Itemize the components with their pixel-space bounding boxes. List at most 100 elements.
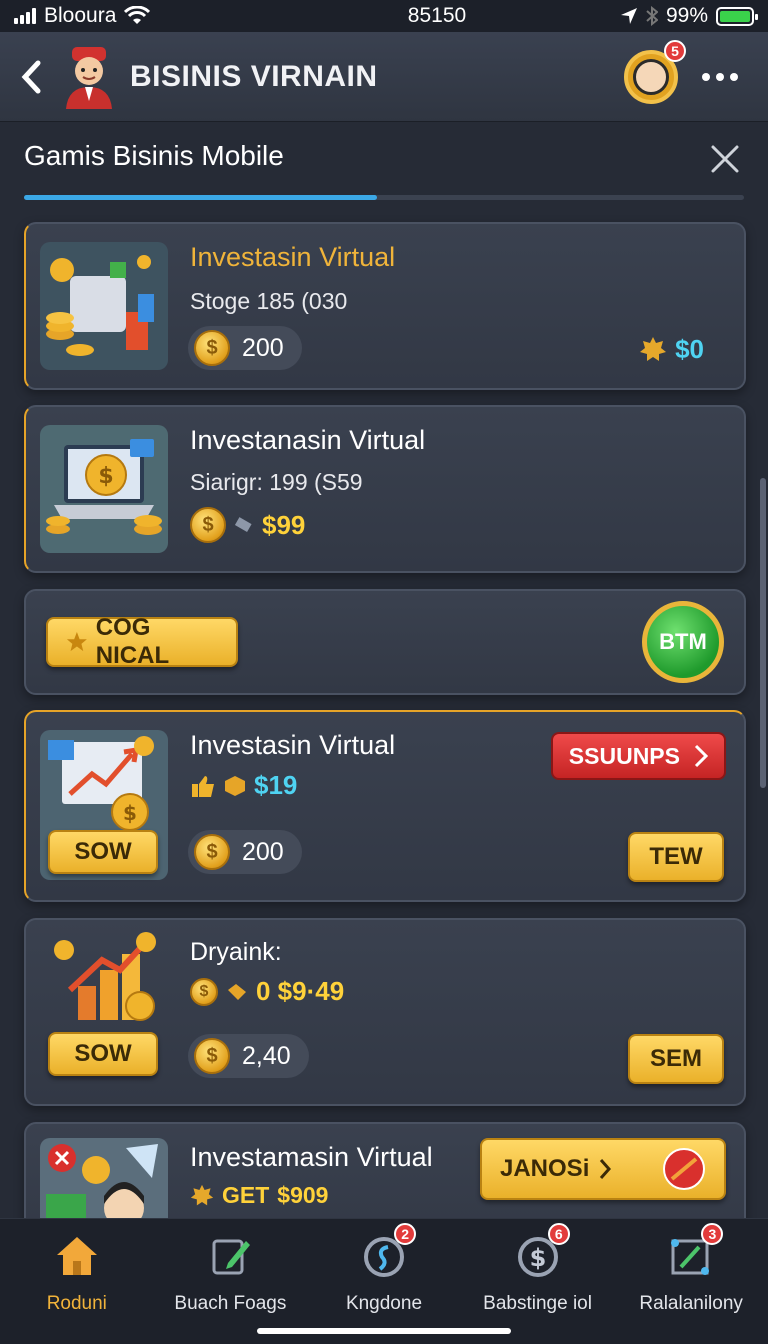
- nav-item-ralalanilony[interactable]: 3 Ralalanilony: [614, 1219, 768, 1344]
- card-value-row: GET $909: [190, 1182, 328, 1209]
- investment-card-2[interactable]: $ Investanasin Virtual Siarigr: 199 (S59…: [24, 405, 746, 573]
- star-icon: [66, 632, 87, 652]
- sow-label: SOW: [74, 838, 132, 865]
- gold-gear-icon: [640, 336, 667, 361]
- more-options-button[interactable]: [702, 72, 738, 81]
- coin-amount-value: 2,40: [242, 1041, 291, 1070]
- janosi-button[interactable]: JANOSi: [480, 1138, 726, 1200]
- tew-button[interactable]: TEW: [628, 832, 724, 882]
- card-title: Dryaink:: [190, 938, 282, 966]
- sow-button[interactable]: SOW: [48, 1032, 158, 1076]
- carrier-label: Bloοura: [44, 4, 117, 27]
- avatar-face-icon: [633, 58, 669, 95]
- nav-label: Kngdone: [345, 1293, 423, 1314]
- card-subtitle: Stoge 185 (030: [190, 288, 348, 314]
- scrollbar[interactable]: [760, 478, 766, 788]
- coin-icon: $: [190, 977, 218, 1006]
- btm-button[interactable]: BTM: [642, 601, 724, 683]
- nav-label: Babstinge iol: [483, 1293, 592, 1314]
- back-button[interactable]: [20, 57, 50, 97]
- home-indicator[interactable]: [257, 1328, 511, 1334]
- sem-label: SEM: [649, 1045, 702, 1072]
- nav-item-roduni[interactable]: Roduni: [0, 1219, 154, 1344]
- nav-item-buach-foags[interactable]: Buach Foags: [154, 1219, 308, 1344]
- profile-avatar-button[interactable]: 5: [624, 39, 686, 104]
- wifi-icon: [124, 6, 151, 24]
- close-icon[interactable]: [710, 144, 740, 174]
- status-bar: Bloοura 85150 99%: [0, 0, 768, 32]
- coin-icon: $: [194, 834, 230, 870]
- janosi-label: JANOSi: [500, 1155, 590, 1182]
- promo-banner: COG NICAL BTM: [24, 589, 746, 695]
- nav-badge: 6: [547, 1223, 570, 1245]
- section-header: Gamis Bisinis Mobile: [24, 140, 744, 202]
- tew-label: TEW: [649, 843, 703, 870]
- coin-icon: $: [190, 507, 226, 543]
- card-title: Investanasin Virtual: [190, 425, 426, 455]
- card-title: Investasin Virtual: [190, 242, 396, 272]
- cog-nical-label: COG NICAL: [95, 614, 170, 669]
- chevron-right-icon: [600, 1159, 612, 1179]
- tag-icon: [234, 517, 252, 532]
- btm-label: BTM: [659, 629, 707, 654]
- sow-label: SOW: [74, 1040, 132, 1067]
- coin-amount: $ 2,40: [188, 1034, 309, 1078]
- edit-icon: [212, 1239, 251, 1275]
- card-value-row: $ 0 $9·49: [190, 976, 344, 1007]
- battery-icon: [716, 6, 758, 26]
- nav-label: Buach Foags: [174, 1293, 287, 1314]
- bottom-navigation: Roduni Buach Foags 2 Kngdone $ 6 Babstin…: [0, 1218, 768, 1344]
- profile-badge: 5: [664, 39, 686, 62]
- app-title: BISINIS VIRNAIN: [130, 59, 378, 93]
- sow-button[interactable]: SOW: [48, 830, 158, 874]
- home-icon: [56, 1237, 97, 1275]
- coin-amount-value: 200: [242, 333, 284, 362]
- chevron-right-icon: [694, 744, 708, 768]
- battery-percent: 99%: [665, 4, 708, 27]
- nav-item-kngdone[interactable]: 2 Kngdone: [307, 1219, 461, 1344]
- sem-button[interactable]: SEM: [628, 1034, 724, 1084]
- card-value: 0 $9·49: [256, 976, 345, 1006]
- coin-icon: $: [194, 1038, 230, 1074]
- red-no-icon: [663, 1148, 705, 1190]
- app-header: BISINIS VIRNAIN 5: [0, 32, 768, 122]
- nav-label: Roduni: [46, 1293, 107, 1314]
- section-title: Gamis Bisinis Mobile: [24, 140, 284, 171]
- card-title: Investasin Virtual: [190, 730, 396, 760]
- nav-item-babstinge-iol[interactable]: $ 6 Babstinge iol: [461, 1219, 615, 1344]
- ssuunps-label: SSUUNPS: [568, 742, 680, 769]
- gold-box-icon: [225, 775, 245, 796]
- mascot-avatar: [60, 45, 118, 109]
- reward-amount: $0: [639, 334, 704, 365]
- thumbs-up-icon: [192, 775, 214, 797]
- clock: 85150: [407, 4, 467, 27]
- investment-thumbnail: [40, 930, 168, 1030]
- investment-card-1[interactable]: Investasin Virtual Stoge 185 (030 $ 200 …: [24, 222, 746, 390]
- card-value: $909: [277, 1182, 329, 1208]
- coin-amount-value: 200: [242, 837, 284, 866]
- investment-card-3[interactable]: $ SOW Investasin Virtual $19 $ 200 SSUUN…: [24, 710, 746, 902]
- card-value: $99: [262, 509, 306, 540]
- location-icon: [620, 8, 637, 24]
- chevron-left-icon: [21, 60, 41, 93]
- bluetooth-icon: [646, 6, 658, 26]
- card-value-row: $ $99: [190, 507, 305, 543]
- investment-thumbnail: $: [40, 425, 168, 553]
- svg-text:$: $: [123, 801, 137, 825]
- gold-gear-icon: [190, 1184, 214, 1205]
- nav-badge: 3: [701, 1223, 724, 1245]
- svg-text:$: $: [98, 464, 113, 489]
- card-value-row: $19: [190, 770, 297, 801]
- nav-label: Ralalanilony: [639, 1293, 743, 1314]
- card-value-prefix: GET: [222, 1182, 270, 1208]
- coin-amount: $ 200: [188, 830, 302, 874]
- reward-value: $0: [675, 334, 704, 364]
- cog-nical-button[interactable]: COG NICAL: [46, 614, 238, 669]
- ssuunps-button[interactable]: SSUUNPS: [550, 732, 726, 780]
- investment-thumbnail: [40, 242, 168, 370]
- card-title: Investamasin Virtual: [190, 1142, 433, 1172]
- coin-icon: $: [194, 330, 230, 366]
- investment-card-4[interactable]: SOW Dryaink: $ 0 $9·49 $ 2,40 SEM: [24, 918, 746, 1106]
- coin-amount: $ 200: [188, 326, 302, 370]
- card-subtitle: Siarigr: 199 (S59: [190, 469, 363, 495]
